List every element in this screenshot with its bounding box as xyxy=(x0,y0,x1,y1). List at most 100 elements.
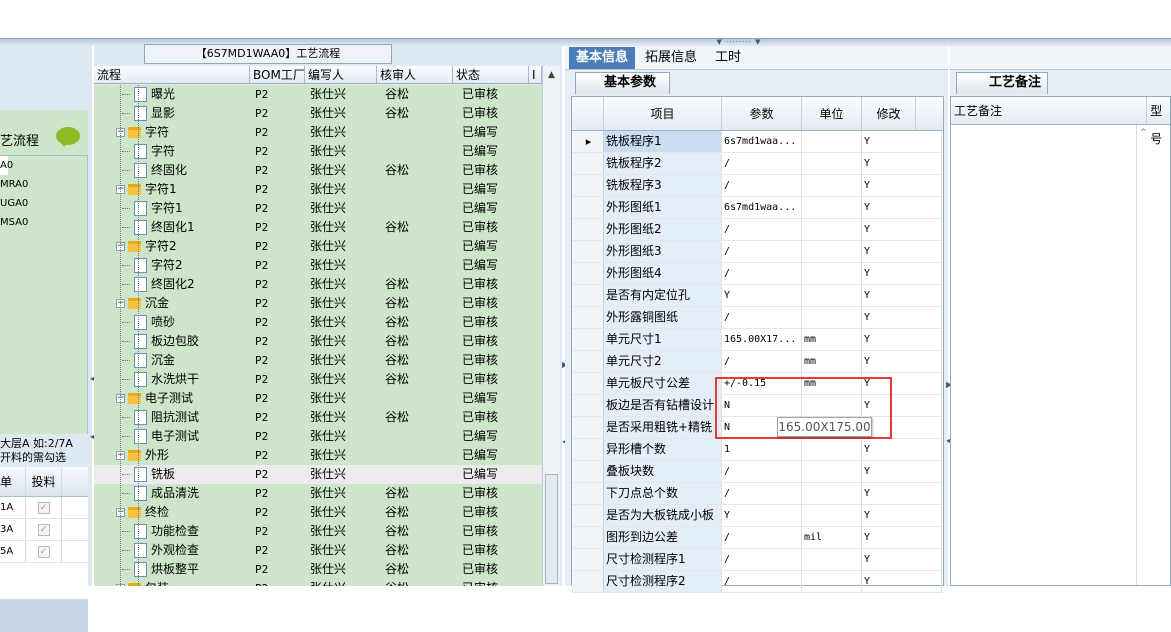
param-value-cell[interactable]: / xyxy=(722,219,802,240)
param-value-cell[interactable]: / xyxy=(722,549,802,570)
tree-step-row[interactable]: 成品清洗 P2 张仕兴 谷松 已审核 xyxy=(94,484,542,503)
param-value-cell[interactable]: Y xyxy=(722,505,802,526)
checkbox[interactable]: ✓ xyxy=(37,546,50,558)
table-row[interactable]: 1A ✓ xyxy=(0,497,88,519)
param-unit-cell[interactable] xyxy=(802,571,862,592)
tree-step-row[interactable]: 显影 P2 张仕兴 谷松 已审核 xyxy=(94,104,542,123)
param-unit-cell[interactable] xyxy=(802,197,862,218)
param-unit-cell[interactable] xyxy=(802,131,862,152)
tree-step-row[interactable]: 阻抗测试 P2 张仕兴 谷松 已审核 xyxy=(94,408,542,427)
param-value-cell[interactable]: / xyxy=(722,461,802,482)
param-modify-cell[interactable]: Y xyxy=(862,505,942,526)
row-header[interactable] xyxy=(572,373,604,394)
param-row[interactable]: 铣板程序3/ Y xyxy=(572,175,943,197)
tree-step-row[interactable]: 板边包胶 P2 张仕兴 谷松 已审核 xyxy=(94,332,542,351)
param-modify-cell[interactable]: Y xyxy=(862,351,942,372)
column-header[interactable]: 单 xyxy=(0,467,26,496)
param-unit-cell[interactable] xyxy=(802,483,862,504)
param-row[interactable]: 是否有内定位孔 Y Y xyxy=(572,285,943,307)
param-unit-cell[interactable] xyxy=(802,307,862,328)
param-row[interactable]: 单元尺寸1 165.00X17... mm Y xyxy=(572,329,943,351)
param-value-cell[interactable]: Y xyxy=(722,285,802,306)
column-header-param[interactable]: 参数 xyxy=(722,97,802,130)
param-modify-cell[interactable]: Y xyxy=(862,461,942,482)
current-row-indicator-icon[interactable]: ▸ xyxy=(572,131,604,152)
param-modify-cell[interactable]: Y xyxy=(862,263,942,284)
table-row[interactable]: 5A ✓ xyxy=(0,541,88,563)
param-value-cell[interactable]: / xyxy=(722,527,802,548)
tree-step-row[interactable]: 喷砂 P2 张仕兴 谷松 已审核 xyxy=(94,313,542,332)
column-header-unit[interactable]: 单位 xyxy=(802,97,862,130)
param-unit-cell[interactable]: mm xyxy=(802,351,862,372)
tree-step-row[interactable]: 水洗烘干 P2 张仕兴 谷松 已审核 xyxy=(94,370,542,389)
param-unit-cell[interactable] xyxy=(802,175,862,196)
param-unit-cell[interactable] xyxy=(802,285,862,306)
column-header-modify[interactable]: 修改 xyxy=(862,97,916,130)
param-row[interactable]: 外形图纸4/ Y xyxy=(572,263,943,285)
row-header[interactable] xyxy=(572,175,604,196)
tab-extended-info[interactable]: 拓展信息 xyxy=(638,47,704,69)
param-unit-cell[interactable] xyxy=(802,505,862,526)
column-header-notes[interactable]: 工艺备注 xyxy=(951,97,1148,124)
row-header[interactable] xyxy=(572,549,604,570)
column-header-bom[interactable]: BOM工厂 xyxy=(250,66,305,83)
column-header-extra[interactable]: I xyxy=(529,66,542,83)
row-header[interactable] xyxy=(572,417,604,438)
column-header-process[interactable]: 流程 xyxy=(94,66,250,83)
column-header[interactable]: 投料 xyxy=(26,467,62,496)
param-row[interactable]: 单元尺寸2/mm Y xyxy=(572,351,943,373)
row-header[interactable] xyxy=(572,153,604,174)
param-unit-cell[interactable] xyxy=(802,439,862,460)
tree-vertical-scrollbar[interactable]: ▲ xyxy=(542,66,560,586)
param-row[interactable]: 外形图纸1 6s7md1waa... Y xyxy=(572,197,943,219)
param-row[interactable]: 是否为大板铣成小板 Y Y xyxy=(572,505,943,527)
tree-step-row[interactable]: 烘板整平 P2 张仕兴 谷松 已审核 xyxy=(94,560,542,579)
param-value-cell[interactable]: / xyxy=(722,263,802,284)
row-header[interactable] xyxy=(572,285,604,306)
param-row[interactable]: 外形图纸2/ Y xyxy=(572,219,943,241)
tree-folder-row[interactable]: − 终检 P2 张仕兴 谷松 已审核 xyxy=(94,503,542,522)
row-header[interactable] xyxy=(572,461,604,482)
row-header[interactable] xyxy=(572,395,604,416)
tree-step-row[interactable]: 外观检查 P2 张仕兴 谷松 已审核 xyxy=(94,541,542,560)
param-modify-cell[interactable]: Y xyxy=(862,197,942,218)
scroll-up-icon[interactable]: ▲ xyxy=(543,66,560,84)
list-item[interactable]: MSA0 xyxy=(0,213,87,232)
param-value-cell[interactable]: / xyxy=(722,241,802,262)
param-modify-cell[interactable]: Y xyxy=(862,527,942,548)
row-header[interactable] xyxy=(572,263,604,284)
tree-step-row[interactable]: 字符 P2 张仕兴 已编写 xyxy=(94,142,542,161)
param-unit-cell[interactable] xyxy=(802,549,862,570)
tree-step-row[interactable]: 功能检查 P2 张仕兴 谷松 已审核 xyxy=(94,522,542,541)
checkbox[interactable]: ✓ xyxy=(37,502,50,514)
param-value-cell[interactable]: / xyxy=(722,175,802,196)
param-row[interactable]: 尺寸检测程序1/ Y xyxy=(572,549,943,571)
param-modify-cell[interactable]: Y xyxy=(862,549,942,570)
param-value-cell[interactable]: / xyxy=(722,153,802,174)
param-row[interactable]: 异形槽个数 1 Y xyxy=(572,439,943,461)
row-header[interactable] xyxy=(572,241,604,262)
tab-basic-info[interactable]: 基本信息 xyxy=(569,47,636,69)
tree-folder-row[interactable]: − 电子测试 P2 张仕兴 已编写 xyxy=(94,389,542,408)
tree-step-row[interactable]: 曝光 P2 张仕兴 谷松 已审核 xyxy=(94,85,542,104)
column-header-model[interactable]: 型号 xyxy=(1147,97,1170,146)
table-row[interactable]: 3A ✓ xyxy=(0,519,88,541)
param-modify-cell[interactable]: Y xyxy=(862,131,942,152)
tree-folder-row[interactable]: − 沉金 P2 张仕兴 谷松 已审核 xyxy=(94,294,542,313)
tab-basic-params[interactable]: 基本参数 xyxy=(575,72,670,94)
param-unit-cell[interactable] xyxy=(802,219,862,240)
param-row[interactable]: 下刀点总个数 / Y xyxy=(572,483,943,505)
tree-folder-row[interactable]: − 字符2 P2 张仕兴 已编写 xyxy=(94,237,542,256)
tree-step-row[interactable]: 终固化1 P2 张仕兴 谷松 已审核 xyxy=(94,218,542,237)
param-value-cell[interactable]: / xyxy=(722,483,802,504)
tree-folder-row[interactable]: − 字符1 P2 张仕兴 已编写 xyxy=(94,180,542,199)
param-row[interactable]: 尺寸检测程序2/ Y xyxy=(572,571,943,593)
param-modify-cell[interactable]: Y xyxy=(862,241,942,262)
tree-folder-row[interactable]: − 字符 P2 张仕兴 已编写 xyxy=(94,123,542,142)
tree-step-row[interactable]: 字符2 P2 张仕兴 已编写 xyxy=(94,256,542,275)
row-header[interactable] xyxy=(572,527,604,548)
column-header-status[interactable]: 状态 xyxy=(453,66,529,83)
tree-folder-row[interactable]: − 外形 P2 张仕兴 已编写 xyxy=(94,446,542,465)
notes-scroll-up-icon[interactable]: ^ xyxy=(1136,125,1150,585)
param-value-cell[interactable]: 6s7md1waa... xyxy=(722,131,802,152)
